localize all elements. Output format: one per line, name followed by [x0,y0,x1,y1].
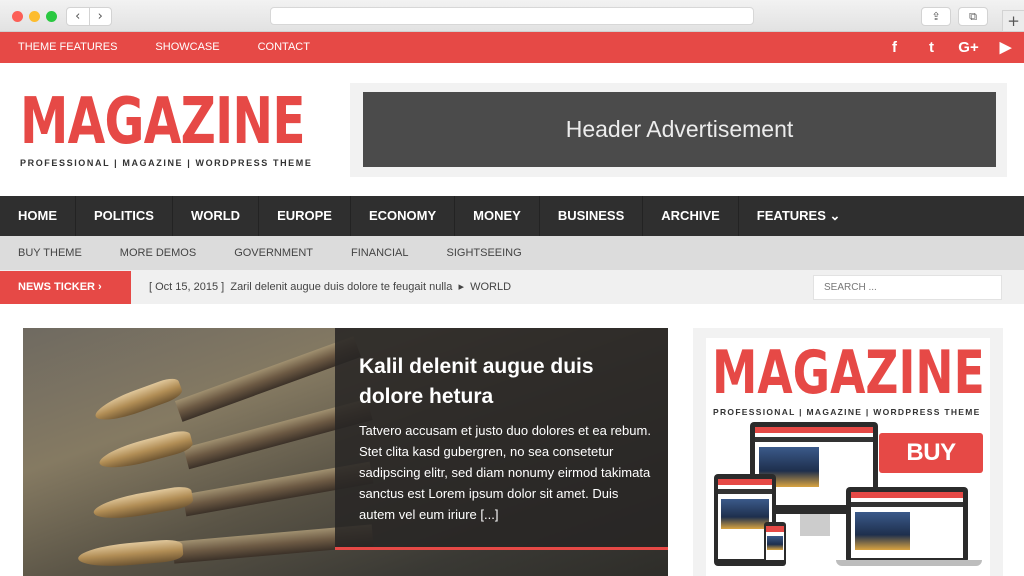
top-menu-theme-features[interactable]: THEME FEATURES [18,32,117,63]
ammo-bullet [91,484,195,524]
ticker-item[interactable]: [ Oct 15, 2015 ] Zaril delenit augue dui… [149,270,511,304]
ammo-bullet [77,538,184,570]
tabs-overview-icon[interactable]: ⧉ [958,7,988,26]
laptop-base-image [836,560,982,566]
google-plus-icon[interactable]: G+ [950,32,987,63]
nav-politics[interactable]: POLITICS [76,196,173,236]
social-links: f t G+ ▶ [876,32,1024,63]
nav-europe[interactable]: EUROPE [259,196,351,236]
facebook-icon[interactable]: f [876,32,913,63]
main-navigation: HOME POLITICS WORLD EUROPE ECONOMY MONEY… [0,196,1024,236]
nav-economy[interactable]: ECONOMY [351,196,456,236]
secondary-navigation: BUY THEME MORE DEMOS GOVERNMENT FINANCIA… [0,236,1024,270]
site-logo[interactable]: MAGAZINE PROFESSIONAL | MAGAZINE | WORDP… [20,88,395,168]
buy-now-button[interactable]: BUY NOW [879,433,983,506]
twitter-icon[interactable]: t [913,32,950,63]
nav-money[interactable]: MONEY [455,196,540,236]
back-icon[interactable]: ‹ [67,8,90,25]
ticker-category[interactable]: WORLD [470,281,511,293]
featured-title[interactable]: Kalil delenit augue duis dolore hetura [359,352,649,412]
top-menu-showcase[interactable]: SHOWCASE [155,32,219,63]
close-window-button[interactable] [12,11,23,22]
promo-logo: MAGAZINE [712,338,985,408]
nav-home[interactable]: HOME [0,196,76,236]
history-buttons: ‹ › [66,7,112,26]
nav-world[interactable]: WORLD [173,196,260,236]
header-advertisement[interactable]: Header Advertisement [363,92,996,167]
zoom-window-button[interactable] [46,11,57,22]
ticker-arrow-icon: ▸ [458,281,464,293]
subnav-sightseeing[interactable]: SIGHTSEEING [447,236,522,270]
header-ad-container: Header Advertisement [350,83,1007,177]
nav-features-dropdown[interactable]: FEATURES ⌄ [739,196,859,236]
subnav-government[interactable]: GOVERNMENT [234,236,313,270]
subnav-buy-theme[interactable]: BUY THEME [18,236,82,270]
logo-tagline: PROFESSIONAL | MAGAZINE | WORDPRESS THEM… [20,158,313,168]
featured-accent-line [335,547,668,550]
news-ticker-label: NEWS TICKER › [0,271,131,304]
subnav-financial[interactable]: FINANCIAL [351,236,408,270]
browser-toolbar: ‹ › ⇪ ⧉ + [0,0,1024,32]
minimize-window-button[interactable] [29,11,40,22]
top-menu: THEME FEATURES SHOWCASE CONTACT [18,32,348,63]
top-bar: THEME FEATURES SHOWCASE CONTACT f t G+ ▶ [0,32,1024,63]
nav-archive[interactable]: ARCHIVE [643,196,739,236]
search-input[interactable]: SEARCH ... [813,275,1002,300]
phone-image [764,522,786,566]
monitor-stand-image [800,514,830,536]
ammo-bullet [96,428,195,474]
forward-icon[interactable]: › [90,8,112,25]
nav-business[interactable]: BUSINESS [540,196,644,236]
top-menu-contact[interactable]: CONTACT [258,32,310,63]
youtube-icon[interactable]: ▶ [987,32,1024,63]
address-bar[interactable] [270,7,754,25]
subnav-more-demos[interactable]: MORE DEMOS [120,236,196,270]
ticker-date: [ Oct 15, 2015 ] [149,281,225,293]
ammo-bullet [91,375,185,427]
ticker-headline[interactable]: Zaril delenit augue duis dolore te feuga… [230,281,452,293]
promo-tagline: PROFESSIONAL | MAGAZINE | WORDPRESS THEM… [713,407,981,417]
logo-wordmark: MAGAZINE [20,85,306,159]
share-icon[interactable]: ⇪ [921,7,951,26]
featured-excerpt: Tatvero accusam et justo duo dolores et … [359,423,651,522]
laptop-image [846,487,968,563]
new-tab-icon[interactable]: + [1002,10,1024,32]
